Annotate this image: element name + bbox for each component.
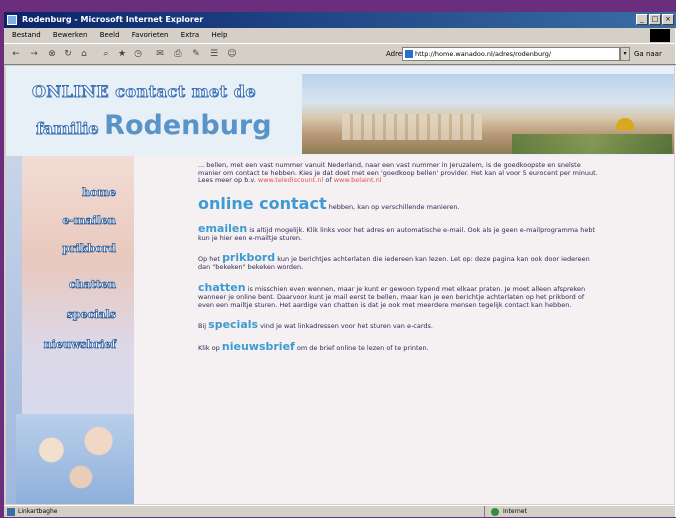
menu-beeld[interactable]: Beeld <box>95 28 125 42</box>
nieuwsbrief-pre: Klik op <box>198 344 220 353</box>
nav-nieuwsbrief[interactable]: nieuwsbrief <box>6 338 116 352</box>
minimize-button[interactable]: _ <box>636 14 648 25</box>
address-url: http://home.wanadoo.nl/adres/rodenburg/ <box>415 50 552 58</box>
search-icon[interactable]: ⌕ <box>100 48 112 60</box>
online-text: hebben, kan op verschillende manieren. <box>328 202 460 211</box>
photo-dome <box>616 118 634 130</box>
online-paragraph: online contact hebben, kan op verschille… <box>198 193 598 213</box>
specials-paragraph: Bij specials vind je wat linkadressen vo… <box>198 319 598 331</box>
stop-icon[interactable]: ⊗ <box>46 48 58 60</box>
forward-arrow-icon[interactable]: → <box>28 48 40 60</box>
nav-home[interactable]: home <box>6 186 117 200</box>
emailen-text: is altijd mogelijk. Klik links voor het … <box>198 225 595 242</box>
favorites-icon[interactable]: ★ <box>116 48 128 60</box>
home-icon[interactable]: ⌂ <box>78 48 90 60</box>
prikbord-paragraph: Op het prikbord kun je berichtjes achter… <box>198 252 598 272</box>
site-title-name: Rodenburg <box>104 110 272 141</box>
online-contact-heading: online contact <box>198 193 327 213</box>
nav-specials[interactable]: specials <box>6 308 116 322</box>
nav-emailen[interactable]: e-mailen <box>6 214 116 228</box>
messenger-icon[interactable]: ☺ <box>226 48 238 60</box>
nieuwsbrief-heading[interactable]: nieuwsbrief <box>222 340 295 353</box>
window-title: Rodenburg - Microsoft Internet Explorer <box>22 15 204 24</box>
back-arrow-icon[interactable]: ← <box>10 48 22 60</box>
chatten-text: is misschien even wennen, maar je kunt e… <box>198 284 586 309</box>
menu-help[interactable]: Help <box>206 28 232 42</box>
specials-text: vind je wat linkadressen voor het sturen… <box>260 322 433 331</box>
emailen-paragraph: emailen is altijd mogelijk. Klik links v… <box>198 222 598 243</box>
menu-bewerken[interactable]: Bewerken <box>48 28 93 42</box>
main-content: ... bellen, met een vast nummer vanuit N… <box>198 161 598 363</box>
page-viewport: ONLINE contact met de familie Rodenburg … <box>6 66 674 504</box>
intro-paragraph: ... bellen, met een vast nummer vanuit N… <box>198 161 598 185</box>
status-text: Linkartbaghe <box>18 508 58 515</box>
menu-favorieten[interactable]: Favorieten <box>127 28 174 42</box>
prikbord-pre: Op het <box>198 255 220 264</box>
photo-trees <box>512 134 672 154</box>
title-bar[interactable]: Rodenburg - Microsoft Internet Explorer … <box>4 12 676 28</box>
status-page-icon <box>7 508 15 516</box>
family-photo <box>16 414 134 504</box>
discuss-icon[interactable]: ☰ <box>208 48 220 60</box>
photo-buildings <box>342 114 482 140</box>
address-input[interactable]: http://home.wanadoo.nl/adres/rodenburg/ <box>402 47 620 61</box>
site-title-line1: ONLINE contact met de <box>31 82 257 102</box>
close-button[interactable]: × <box>662 14 674 25</box>
zone-label: Internet <box>503 508 527 515</box>
print-icon[interactable]: ⎙ <box>172 48 184 60</box>
belaint-link[interactable]: www.belaint.nl <box>334 176 382 184</box>
page-icon <box>405 50 413 58</box>
browser-window: Rodenburg - Microsoft Internet Explorer … <box>4 12 676 517</box>
nav-prikbord[interactable]: prikbord <box>6 242 117 256</box>
nav-chatten[interactable]: chatten <box>6 278 117 292</box>
go-button[interactable]: Ga naar <box>634 50 662 58</box>
specials-heading[interactable]: specials <box>208 318 258 331</box>
refresh-icon[interactable]: ↻ <box>62 48 74 60</box>
menu-extra[interactable]: Extra <box>176 28 204 42</box>
menu-bar: Bestand Bewerken Beeld Favorieten Extra … <box>4 28 676 42</box>
ie-icon <box>7 15 17 25</box>
address-dropdown-button[interactable]: ▾ <box>620 47 630 61</box>
nieuwsbrief-paragraph: Klik op nieuwsbrief om de brief online t… <box>198 341 598 353</box>
telediscount-link[interactable]: www.telediscount.nl <box>258 176 323 184</box>
maximize-button[interactable]: □ <box>649 14 661 25</box>
site-title-line2: familie Rodenburg <box>36 110 272 141</box>
site-title-prefix: familie <box>36 119 100 139</box>
nieuwsbrief-text: om de brief online te lezen of te printe… <box>296 344 429 353</box>
jerusalem-photo <box>302 74 674 154</box>
security-zone: Internet <box>484 506 675 517</box>
history-icon[interactable]: ◷ <box>132 48 144 60</box>
chatten-paragraph: chatten is misschien even wennen, maar j… <box>198 281 598 309</box>
intro-or: of <box>325 176 332 185</box>
internet-globe-icon <box>491 508 499 516</box>
menu-bestand[interactable]: Bestand <box>4 28 46 42</box>
specials-pre: Bij <box>198 322 207 331</box>
toolbar: ← → ⊗ ↻ ⌂ ⌕ ★ ◷ ✉ ⎙ ✎ ☰ ☺ Adres http://h… <box>4 43 676 65</box>
status-bar: Linkartbaghe Internet <box>4 505 676 518</box>
site-header: ONLINE contact met de familie Rodenburg <box>6 66 674 156</box>
sidebar: home e-mailen prikbord chatten specials … <box>6 156 134 504</box>
windows-logo-icon <box>650 29 670 42</box>
edit-icon[interactable]: ✎ <box>190 48 202 60</box>
mail-icon[interactable]: ✉ <box>154 48 166 60</box>
